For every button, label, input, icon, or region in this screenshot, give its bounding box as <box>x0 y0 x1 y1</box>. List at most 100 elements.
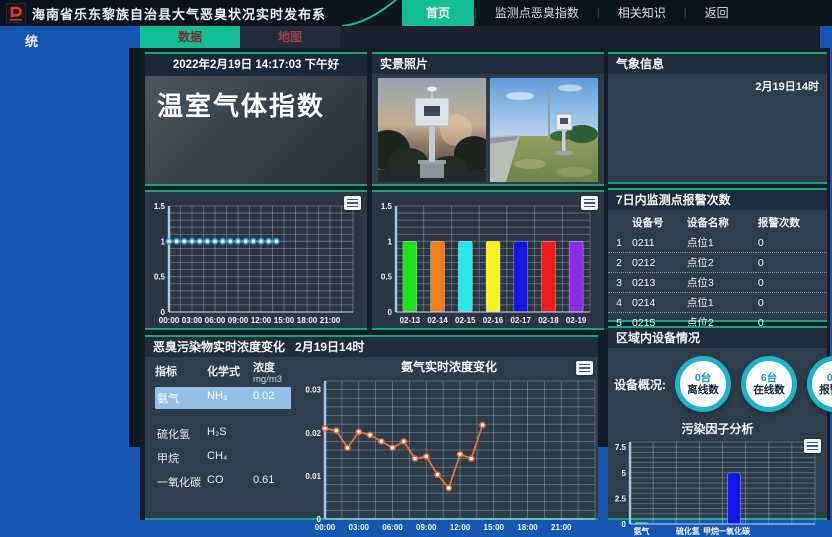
alarm-table-row[interactable]: 40214点位10 <box>608 293 827 313</box>
svg-text:2.5: 2.5 <box>615 494 627 503</box>
stat-label: 离线数 <box>687 384 719 396</box>
device-overview-row: 设备概况: 0台离线数6台在线数0台报警数 <box>608 348 827 414</box>
app-logo-icon <box>6 3 26 23</box>
datetime-text: 2022年2月19日 14:17:03 下午好 <box>145 54 367 76</box>
sidebar-shadow-strip <box>129 48 140 447</box>
svg-text:18:00: 18:00 <box>517 523 538 532</box>
svg-text:甲烷: 甲烷 <box>703 526 719 536</box>
alarm-table-row[interactable]: 10211点位10 <box>608 233 827 253</box>
weather-body: 2月19日14时 <box>608 74 827 180</box>
svg-text:一氧化碳: 一氧化碳 <box>718 526 751 536</box>
alarm-table-row[interactable]: 20212点位20 <box>608 253 827 273</box>
alarm-panel-title: 7日内监测点报警次数 <box>608 190 827 210</box>
site-photo-field <box>490 78 598 182</box>
svg-text:1.5: 1.5 <box>154 202 166 211</box>
svg-text:0.02: 0.02 <box>305 429 321 438</box>
alarm-table-header: 设备号设备名称报警次数 <box>608 212 827 233</box>
svg-text:03:00: 03:00 <box>349 523 370 532</box>
svg-text:15:00: 15:00 <box>274 316 295 325</box>
svg-text:12:00: 12:00 <box>450 523 471 532</box>
tab-map[interactable]: 地图 <box>240 26 340 48</box>
svg-text:21:00: 21:00 <box>320 316 341 325</box>
nav-item-home[interactable]: 首页 <box>402 0 474 26</box>
odor-panel-time: 2月19日14时 <box>295 340 364 354</box>
svg-text:09:00: 09:00 <box>416 523 437 532</box>
concentration-unit: mg/m3 <box>253 374 282 385</box>
stat-count: 0台 <box>695 372 711 384</box>
svg-text:00:00: 00:00 <box>159 316 180 325</box>
svg-text:02-13: 02-13 <box>400 316 421 325</box>
svg-text:0.5: 0.5 <box>154 273 166 282</box>
device-stat-circle: 0台离线数 <box>675 356 731 412</box>
svg-text:7.5: 7.5 <box>615 443 627 452</box>
stat-label: 在线数 <box>753 384 785 396</box>
svg-text:硫化氢: 硫化氢 <box>676 526 700 536</box>
svg-text:12:00: 12:00 <box>251 316 272 325</box>
svg-text:21:00: 21:00 <box>551 523 572 532</box>
odor-concentration-table: 指标 化学式 浓度 mg/m3 氨气NH₃0.02 硫化氢H₂S甲烷CH₄一氧化碳… <box>145 357 295 533</box>
svg-text:09:00: 09:00 <box>228 316 249 325</box>
device-stat-circle: 0台报警数 <box>807 356 832 412</box>
chart-menu-icon[interactable] <box>581 196 598 210</box>
weather-panel: 气象信息 2月19日14时 <box>608 52 827 184</box>
svg-text:02-14: 02-14 <box>427 316 448 325</box>
greeting-body: 温室气体指数 <box>145 76 367 184</box>
odor-row-NH[interactable]: 氨气NH₃0.02 <box>155 387 291 409</box>
svg-text:5: 5 <box>622 469 627 478</box>
nav-item-back[interactable]: 返回 <box>687 0 747 26</box>
greeting-panel: 2022年2月19日 14:17:03 下午好 温室气体指数 <box>145 52 367 186</box>
devices-panel-title: 区域内设备情况 <box>608 328 827 348</box>
svg-text:06:00: 06:00 <box>205 316 226 325</box>
svg-text:0.5: 0.5 <box>381 273 393 282</box>
daily-index-chart-panel: 00.511.502-1302-1402-1502-1602-1702-1802… <box>372 190 604 330</box>
svg-text:0.01: 0.01 <box>305 472 321 481</box>
dashboard-page: 海南省乐东黎族自治县大气恶臭状况实时发布系 首页|监测点恶臭指数|相关知识|返回… <box>0 0 832 520</box>
decorative-swoosh-line <box>340 0 400 26</box>
odor-pollutants-panel: 恶臭污染物实时浓度变化2月19日14时 指标 化学式 浓度 mg/m3 氨气NH… <box>145 335 598 520</box>
stat-count: 6台 <box>761 372 777 384</box>
svg-text:02-17: 02-17 <box>510 316 531 325</box>
svg-text:15:00: 15:00 <box>484 523 505 532</box>
devices-panel: 区域内设备情况 设备概况: 0台离线数6台在线数0台报警数 污染因子分析 02.… <box>608 326 827 520</box>
device-overview-label: 设备概况: <box>614 376 666 393</box>
greenhouse-chart-panel: 00.511.500:0003:0006:0009:0012:0015:0018… <box>145 190 367 330</box>
weather-panel-title: 气象信息 <box>608 54 827 74</box>
greenhouse-index-chart: 00.511.500:0003:0006:0009:0012:0015:0018… <box>145 192 367 328</box>
svg-text:03:00: 03:00 <box>182 316 203 325</box>
top-header-bar: 海南省乐东黎族自治县大气恶臭状况实时发布系 首页|监测点恶臭指数|相关知识|返回 <box>0 0 832 26</box>
odor-row-CH[interactable]: 甲烷CH₄ <box>155 447 291 469</box>
alarm-table-row[interactable]: 30213点位30 <box>608 273 827 293</box>
odor-row-HS[interactable]: 硫化氢H₂S <box>155 423 291 445</box>
svg-text:1: 1 <box>388 237 393 246</box>
tab-row: 数据地图 <box>140 26 820 48</box>
device-stat-circles: 0台离线数6台在线数0台报警数 <box>670 356 832 412</box>
device-stat-circle: 6台在线数 <box>741 356 797 412</box>
nh3-chart-title: 氨气实时浓度变化 <box>295 359 603 375</box>
stat-count: 0台 <box>827 372 832 384</box>
alarm-counts-panel: 7日内监测点报警次数 设备号设备名称报警次数 10211点位1020212点位2… <box>608 188 827 322</box>
svg-text:0.03: 0.03 <box>305 386 321 395</box>
svg-text:02-19: 02-19 <box>566 316 587 325</box>
svg-text:02-15: 02-15 <box>455 316 476 325</box>
svg-text:氨气: 氨气 <box>634 526 650 536</box>
site-photo-sunset <box>378 78 486 182</box>
nav-item-knowledge[interactable]: 相关知识 <box>600 0 684 26</box>
nav-item-odor-index[interactable]: 监测点恶臭指数 <box>477 0 597 26</box>
pollution-factor-chart: 02.557.5氨气硫化氢甲烷一氧化碳 <box>608 437 827 537</box>
svg-text:1: 1 <box>161 237 166 246</box>
odor-table-header: 指标 化学式 浓度 mg/m3 <box>155 363 291 385</box>
odor-row-CO[interactable]: 一氧化碳CO0.61 <box>155 471 291 493</box>
svg-text:1.5: 1.5 <box>381 202 393 211</box>
odor-panel-title: 恶臭污染物实时浓度变化2月19日14时 <box>145 337 598 357</box>
svg-text:02-18: 02-18 <box>538 316 559 325</box>
svg-text:18:00: 18:00 <box>297 316 318 325</box>
tab-data[interactable]: 数据 <box>140 26 240 48</box>
chart-menu-icon[interactable] <box>804 439 821 453</box>
chart-menu-icon[interactable] <box>576 361 593 375</box>
chart-menu-icon[interactable] <box>344 196 361 210</box>
main-nav: 首页|监测点恶臭指数|相关知识|返回 <box>402 0 747 26</box>
svg-text:00:00: 00:00 <box>315 523 336 532</box>
pollution-factor-title: 污染因子分析 <box>608 420 827 437</box>
weather-time: 2月19日14时 <box>755 78 819 94</box>
daily-index-bar-chart: 00.511.502-1302-1402-1502-1602-1702-1802… <box>372 192 604 328</box>
